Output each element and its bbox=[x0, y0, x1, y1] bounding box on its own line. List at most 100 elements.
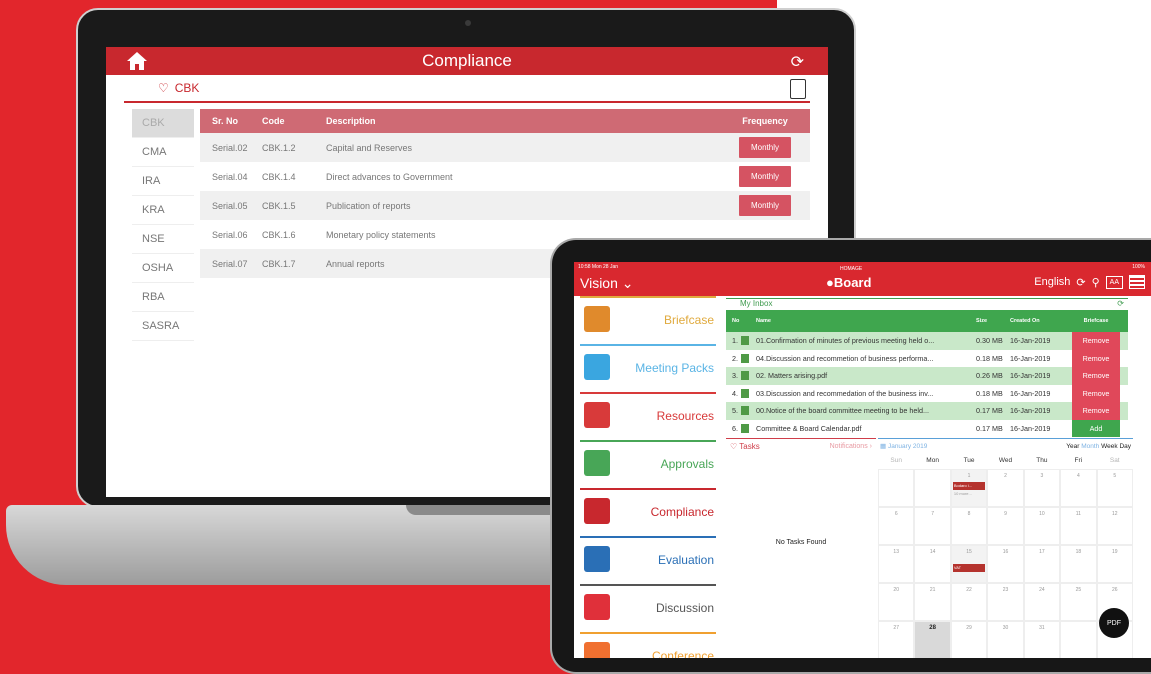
calendar-day[interactable]: 6 bbox=[878, 507, 915, 545]
notifications-link[interactable]: Notifications › bbox=[830, 443, 872, 450]
table-row[interactable]: Serial.02 CBK.1.2 Capital and Reserves Mont… bbox=[200, 133, 810, 162]
sidebar-item-sasra[interactable]: SASRA bbox=[132, 312, 194, 341]
calendar-day[interactable]: 30 bbox=[987, 621, 1024, 658]
calendar-day[interactable] bbox=[914, 469, 951, 507]
calendar-day[interactable]: 13 bbox=[878, 545, 915, 583]
file-name[interactable]: 01.Confirmation of minutes of previous m… bbox=[756, 336, 976, 345]
calendar-day[interactable]: 16 bbox=[987, 545, 1024, 583]
calendar-day[interactable]: 24 bbox=[1023, 583, 1061, 621]
file-name[interactable]: 03.Discussion and recommedation of the b… bbox=[756, 389, 976, 398]
calendar-day[interactable]: 23 bbox=[987, 583, 1024, 621]
serial-cell: Serial.06 bbox=[212, 229, 248, 240]
calendar-day[interactable]: 9 bbox=[987, 507, 1024, 545]
calendar-day[interactable]: 4 bbox=[1060, 469, 1097, 507]
created-date: 16-Jan-2019 bbox=[1010, 388, 1051, 398]
calendar-day[interactable]: 28 bbox=[914, 621, 951, 658]
view-day[interactable]: Day bbox=[1119, 443, 1131, 450]
font-size-button[interactable]: AA bbox=[1105, 275, 1123, 289]
briefcase-action-button[interactable]: Remove bbox=[1072, 402, 1120, 420]
menu-item-resources[interactable]: Resources bbox=[574, 392, 722, 440]
inbox-row[interactable]: 2. 04.Discussion and recommetion of busin… bbox=[726, 349, 1128, 367]
weekday-label: Wed bbox=[998, 457, 1013, 464]
refresh-icon[interactable]: ⟳ bbox=[791, 52, 804, 72]
sidebar-item-osha[interactable]: OSHA bbox=[132, 254, 194, 283]
sidebar-item-rba[interactable]: RBA bbox=[132, 283, 194, 312]
day-number: 10 bbox=[1039, 511, 1045, 517]
language-selector[interactable]: English bbox=[1034, 276, 1070, 288]
menu-item-approvals[interactable]: Approvals bbox=[574, 440, 722, 488]
view-week[interactable]: Week bbox=[1101, 443, 1118, 450]
inbox-row[interactable]: 3. 02. Matters arising.pdf 0.26 MB 16-Jan-2… bbox=[726, 367, 1128, 385]
inbox-row[interactable]: 1. 01.Confirmation of minutes of previous… bbox=[726, 332, 1128, 350]
menu-item-briefcase[interactable]: Briefcase bbox=[574, 296, 722, 344]
sidebar-item-nse[interactable]: NSE bbox=[132, 225, 194, 254]
sidebar-item-cbk[interactable]: CBK bbox=[132, 109, 194, 138]
briefcase-action-button[interactable]: Remove bbox=[1072, 349, 1120, 367]
calendar-day[interactable]: 8 bbox=[950, 507, 988, 545]
calendar-day[interactable]: 7 bbox=[914, 507, 951, 545]
menu-icon[interactable] bbox=[1129, 275, 1145, 289]
calendar-day[interactable]: 5 bbox=[1096, 469, 1133, 507]
menu-item-discussion[interactable]: Discussion bbox=[574, 584, 722, 632]
calendar-event[interactable]: VAT bbox=[952, 564, 986, 572]
calendar-day[interactable]: 21 bbox=[914, 583, 951, 621]
menu-item-meeting-packs[interactable]: Meeting Packs bbox=[574, 344, 722, 392]
calendar-day[interactable]: 14 bbox=[914, 545, 951, 583]
file-name[interactable]: 04.Discussion and recommetion of busines… bbox=[756, 354, 976, 363]
calendar-day[interactable]: 3 bbox=[1023, 469, 1061, 507]
calendar-day[interactable]: 31 bbox=[1023, 621, 1061, 658]
calendar-day[interactable]: 17 bbox=[1023, 545, 1061, 583]
calendar-day[interactable]: 1 Bodaro i... 10 more... bbox=[950, 469, 988, 507]
view-month[interactable]: Month bbox=[1081, 443, 1099, 450]
briefcase-action-button[interactable]: Remove bbox=[1072, 384, 1120, 402]
calendar-day[interactable]: 18 bbox=[1060, 545, 1097, 583]
calendar-day[interactable]: 25 bbox=[1060, 583, 1097, 621]
inbox-row[interactable]: 4. 03.Discussion and recommedation of the… bbox=[726, 384, 1128, 402]
inbox-row[interactable]: 5. 00.Notice of the board committee meeti… bbox=[726, 402, 1128, 420]
menu-item-conference[interactable]: Conference bbox=[574, 632, 722, 658]
calendar-day[interactable] bbox=[1060, 621, 1097, 658]
file-name[interactable]: 00.Notice of the board committee meeting… bbox=[756, 406, 976, 415]
table-row[interactable]: Serial.04 CBK.1.4 Direct advances to Gover… bbox=[200, 162, 810, 191]
calendar-day[interactable]: 15 VAT bbox=[950, 545, 988, 583]
sidebar-item-ira[interactable]: IRA bbox=[132, 167, 194, 196]
more-events-link[interactable]: 10 more... bbox=[954, 491, 972, 496]
calendar-event[interactable]: Bodaro i... bbox=[952, 482, 986, 490]
frequency-button[interactable]: Monthly bbox=[738, 137, 791, 158]
briefcase-action-button[interactable]: Remove bbox=[1072, 367, 1120, 385]
menu-item-compliance[interactable]: Compliance bbox=[574, 488, 722, 536]
calendar-day[interactable]: 27 bbox=[878, 621, 915, 658]
sidebar-item-kra[interactable]: KRA bbox=[132, 196, 194, 225]
refresh-icon[interactable]: ⟳ bbox=[1076, 276, 1085, 289]
calendar-day[interactable]: 22 bbox=[950, 583, 988, 621]
home-icon[interactable] bbox=[126, 51, 148, 71]
inbox-row[interactable]: 6. Committee & Board Calendar.pdf 0.17 MB 1… bbox=[726, 419, 1128, 437]
briefcase-action-button[interactable]: Remove bbox=[1072, 332, 1120, 350]
calendar-month[interactable]: ▦ January 2019 bbox=[880, 442, 927, 450]
calendar-day[interactable]: 11 bbox=[1060, 507, 1097, 545]
file-icon bbox=[741, 423, 749, 433]
briefcase-action-button[interactable]: Add bbox=[1072, 419, 1120, 437]
view-year[interactable]: Year bbox=[1066, 443, 1079, 450]
file-name[interactable]: Committee & Board Calendar.pdf bbox=[756, 424, 976, 433]
frequency-button[interactable]: Monthly bbox=[738, 166, 791, 187]
search-icon[interactable]: ⚲ bbox=[1092, 276, 1100, 289]
table-row[interactable]: Serial.05 CBK.1.5 Publication of reports Mo… bbox=[200, 191, 810, 220]
refresh-icon[interactable]: ⟳ bbox=[1117, 299, 1124, 308]
frequency-button[interactable]: Monthly bbox=[738, 195, 791, 216]
sidebar-item-cma[interactable]: CMA bbox=[132, 138, 194, 167]
calendar-day[interactable]: 19 bbox=[1096, 545, 1133, 583]
vision-dropdown[interactable]: Vision ⌄ bbox=[580, 275, 634, 292]
menu-item-evaluation[interactable]: Evaluation bbox=[574, 536, 722, 584]
document-icon[interactable] bbox=[790, 79, 806, 99]
calendar-day[interactable]: 2 bbox=[987, 469, 1024, 507]
calendar-day[interactable]: 12 bbox=[1096, 507, 1133, 545]
calendar-day[interactable]: 10 bbox=[1023, 507, 1061, 545]
calendar-day[interactable] bbox=[878, 469, 915, 507]
file-size: 0.18 MB bbox=[976, 353, 1003, 363]
calendar-day[interactable]: 29 bbox=[950, 621, 988, 658]
row-number: 6. bbox=[732, 423, 738, 433]
file-name[interactable]: 02. Matters arising.pdf bbox=[756, 371, 976, 380]
pdf-button[interactable]: PDF bbox=[1099, 608, 1129, 638]
calendar-day[interactable]: 20 bbox=[878, 583, 915, 621]
